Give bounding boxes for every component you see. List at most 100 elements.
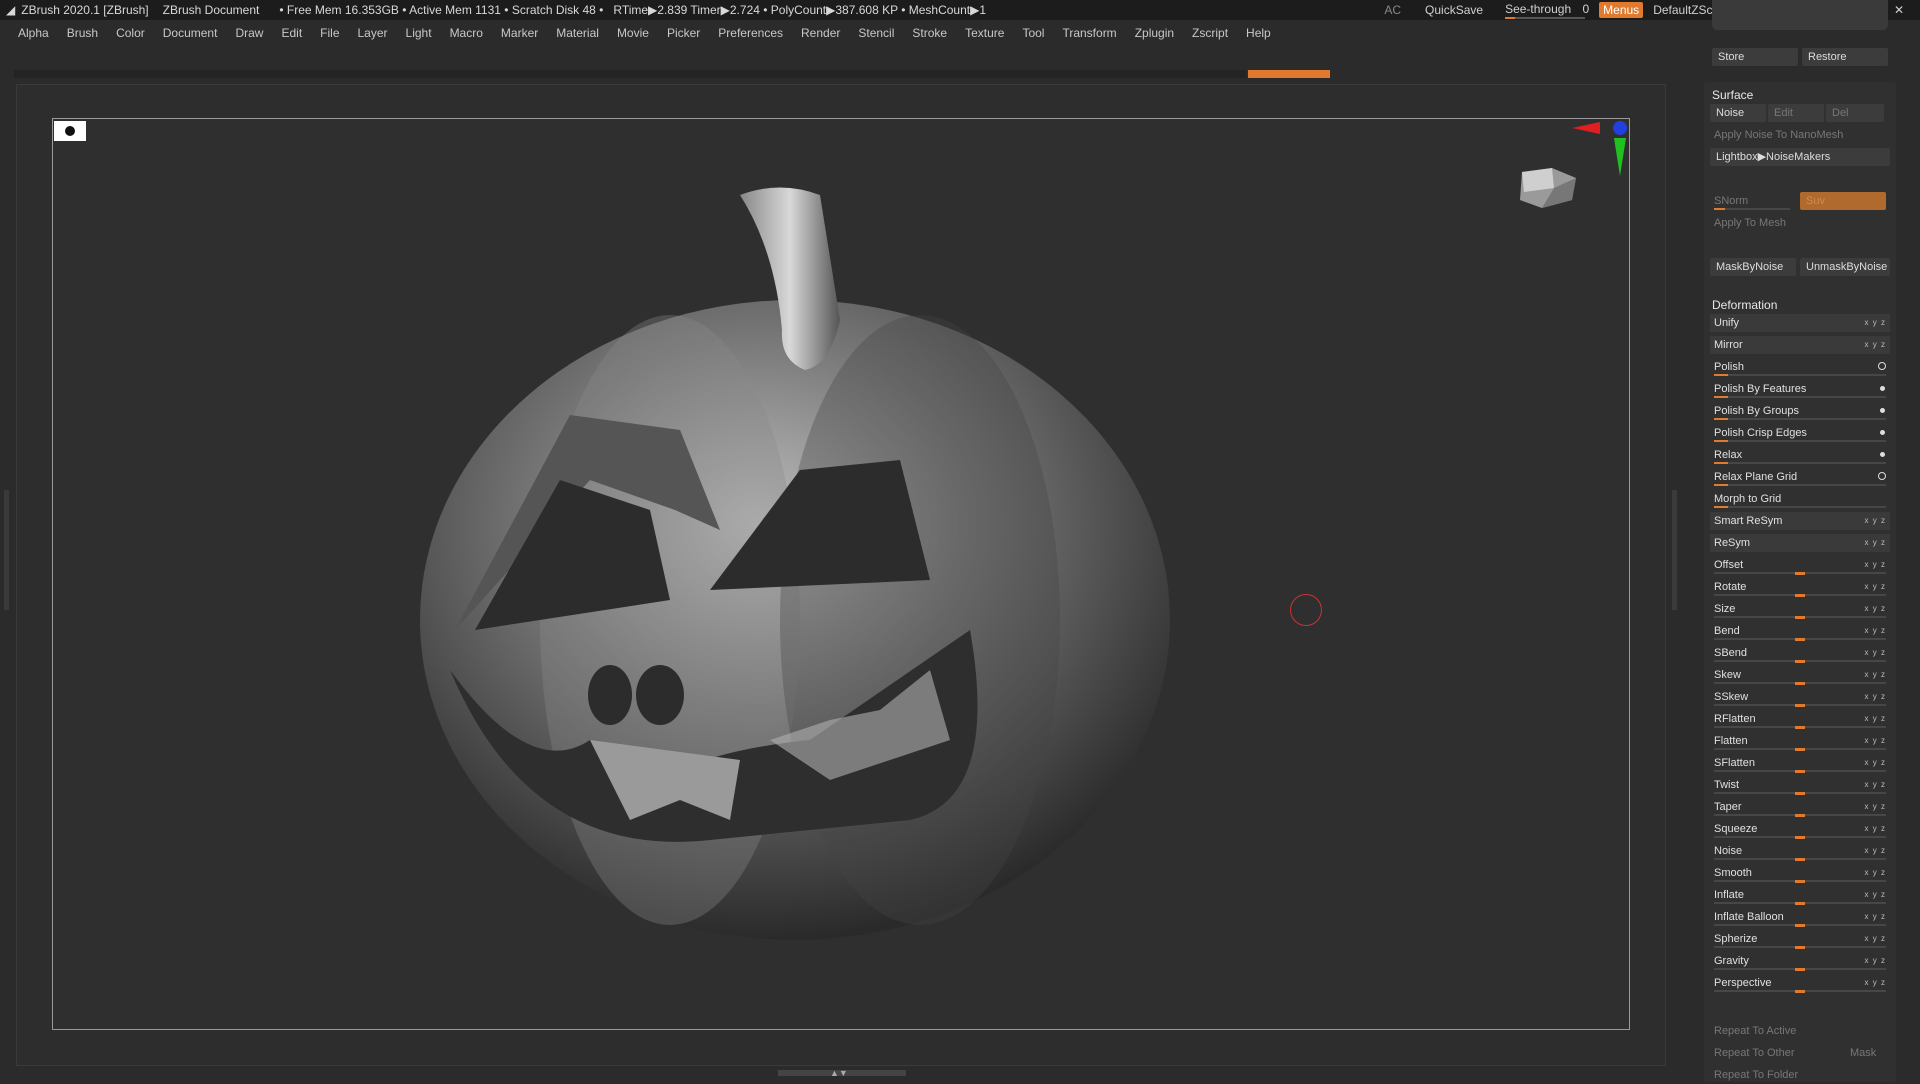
deform-rotate[interactable]: Rotate x y z — [1710, 578, 1890, 597]
menu-stroke[interactable]: Stroke — [912, 26, 947, 40]
menu-marker[interactable]: Marker — [501, 26, 538, 40]
menu-alpha[interactable]: Alpha — [18, 26, 49, 40]
left-panel-tab[interactable] — [4, 490, 9, 610]
xyz-axis-icon[interactable]: x y z — [1865, 512, 1886, 530]
toggle-dot-icon[interactable] — [1880, 408, 1885, 413]
quicksave-button[interactable]: QuickSave — [1425, 3, 1483, 17]
deform-squeeze[interactable]: Squeeze x y z — [1710, 820, 1890, 839]
deform-slider-knob[interactable] — [1795, 880, 1805, 883]
repeat-mask-button[interactable]: Mask — [1846, 1044, 1890, 1062]
deform-offset[interactable]: Offset x y z — [1710, 556, 1890, 575]
deform-flatten[interactable]: Flatten x y z — [1710, 732, 1890, 751]
deform-slider-fill[interactable] — [1714, 440, 1728, 442]
toggle-dot-icon[interactable] — [1880, 430, 1885, 435]
deform-twist[interactable]: Twist x y z — [1710, 776, 1890, 795]
apply-noise-nanomesh-button[interactable]: Apply Noise To NanoMesh — [1710, 126, 1890, 144]
toggle-dot-icon[interactable] — [1880, 452, 1885, 457]
menu-zplugin[interactable]: Zplugin — [1135, 26, 1174, 40]
deform-spherize[interactable]: Spherize x y z — [1710, 930, 1890, 949]
repeat-to-other-button[interactable]: Repeat To Other — [1710, 1044, 1840, 1062]
menu-render[interactable]: Render — [801, 26, 840, 40]
mask-by-noise-button[interactable]: MaskByNoise — [1710, 258, 1796, 276]
repeat-to-active-button[interactable]: Repeat To Active — [1710, 1022, 1890, 1040]
restore-button[interactable]: Restore — [1802, 48, 1888, 66]
deform-slider-knob[interactable] — [1795, 726, 1805, 729]
deform-slider-knob[interactable] — [1795, 990, 1805, 993]
deform-gravity[interactable]: Gravity x y z — [1710, 952, 1890, 971]
bottom-shelf-tab[interactable]: ▲▼ — [778, 1068, 906, 1078]
deform-slider-knob[interactable] — [1795, 594, 1805, 597]
deform-slider-knob[interactable] — [1795, 770, 1805, 773]
tool-thumbnail[interactable] — [1712, 0, 1888, 30]
deform-slider-knob[interactable] — [1795, 638, 1805, 641]
deform-skew[interactable]: Skew x y z — [1710, 666, 1890, 685]
noise-button[interactable]: Noise — [1710, 104, 1766, 122]
deform-relax[interactable]: Relax — [1710, 446, 1890, 464]
deform-slider-fill[interactable] — [1714, 418, 1728, 420]
deform-smart-resym[interactable]: Smart ReSym x y z — [1710, 512, 1890, 530]
menu-transform[interactable]: Transform — [1062, 26, 1116, 40]
deform-slider-fill[interactable] — [1714, 396, 1728, 398]
noise-edit-button[interactable]: Edit — [1768, 104, 1824, 122]
deform-slider-knob[interactable] — [1795, 682, 1805, 685]
menu-draw[interactable]: Draw — [235, 26, 263, 40]
menu-brush[interactable]: Brush — [67, 26, 98, 40]
store-button[interactable]: Store — [1712, 48, 1798, 66]
surface-title[interactable]: Surface — [1712, 88, 1753, 102]
camera-icon[interactable] — [54, 121, 86, 141]
pumpkin-model[interactable] — [410, 180, 1190, 960]
deform-polish[interactable]: Polish — [1710, 358, 1890, 376]
seethrough-slider[interactable]: See-through 0 — [1505, 2, 1589, 19]
deform-relax-plane-grid[interactable]: Relax Plane Grid — [1710, 468, 1890, 486]
deform-slider-knob[interactable] — [1795, 968, 1805, 971]
deform-resym[interactable]: ReSym x y z — [1710, 534, 1890, 552]
right-panel-tab[interactable] — [1672, 490, 1677, 610]
repeat-to-folder-button[interactable]: Repeat To Folder — [1710, 1066, 1890, 1084]
menu-zscript[interactable]: Zscript — [1192, 26, 1228, 40]
deformation-title[interactable]: Deformation — [1712, 298, 1777, 312]
deform-slider-knob[interactable] — [1795, 792, 1805, 795]
xyz-axis-icon[interactable]: x y z — [1865, 314, 1886, 332]
deform-slider-knob[interactable] — [1795, 836, 1805, 839]
menu-help[interactable]: Help — [1246, 26, 1271, 40]
menu-material[interactable]: Material — [556, 26, 599, 40]
deform-slider-fill[interactable] — [1714, 506, 1728, 508]
deform-taper[interactable]: Taper x y z — [1710, 798, 1890, 817]
deform-slider-knob[interactable] — [1795, 704, 1805, 707]
deform-unify[interactable]: Unify x y z — [1710, 314, 1890, 332]
deform-slider-fill[interactable] — [1714, 462, 1728, 464]
deform-slider-knob[interactable] — [1795, 660, 1805, 663]
navigation-cube-icon[interactable] — [1512, 158, 1592, 224]
deform-slider-fill[interactable] — [1714, 484, 1728, 486]
menu-movie[interactable]: Movie — [617, 26, 649, 40]
deform-sflatten[interactable]: SFlatten x y z — [1710, 754, 1890, 773]
deform-polish-by-features[interactable]: Polish By Features — [1710, 380, 1890, 398]
deform-rflatten[interactable]: RFlatten x y z — [1710, 710, 1890, 729]
snorm-slider[interactable]: SNorm — [1710, 192, 1794, 210]
menu-stencil[interactable]: Stencil — [858, 26, 894, 40]
deform-polish-by-groups[interactable]: Polish By Groups — [1710, 402, 1890, 420]
menu-macro[interactable]: Macro — [450, 26, 483, 40]
xyz-axis-icon[interactable]: x y z — [1865, 534, 1886, 552]
deform-slider-knob[interactable] — [1795, 858, 1805, 861]
ac-label[interactable]: AC — [1384, 3, 1401, 17]
deform-slider-knob[interactable] — [1795, 902, 1805, 905]
apply-to-mesh-button[interactable]: Apply To Mesh — [1710, 214, 1890, 232]
deform-slider-fill[interactable] — [1714, 374, 1728, 376]
deform-bend[interactable]: Bend x y z — [1710, 622, 1890, 641]
unmask-by-noise-button[interactable]: UnmaskByNoise — [1800, 258, 1890, 276]
menu-color[interactable]: Color — [116, 26, 145, 40]
lightbox-noisemakers-button[interactable]: Lightbox▶NoiseMakers — [1710, 148, 1890, 166]
deform-inflate[interactable]: Inflate x y z — [1710, 886, 1890, 905]
menu-layer[interactable]: Layer — [358, 26, 388, 40]
menu-document[interactable]: Document — [163, 26, 218, 40]
deform-slider-knob[interactable] — [1795, 924, 1805, 927]
deform-morph-to-grid[interactable]: Morph to Grid — [1710, 490, 1890, 508]
menu-file[interactable]: File — [320, 26, 339, 40]
toggle-circle-icon[interactable] — [1878, 472, 1886, 480]
deform-mirror[interactable]: Mirror x y z — [1710, 336, 1890, 354]
toggle-circle-icon[interactable] — [1878, 362, 1886, 370]
toggle-dot-icon[interactable] — [1880, 386, 1885, 391]
close-icon[interactable]: ✕ — [1894, 3, 1904, 17]
deform-noise[interactable]: Noise x y z — [1710, 842, 1890, 861]
